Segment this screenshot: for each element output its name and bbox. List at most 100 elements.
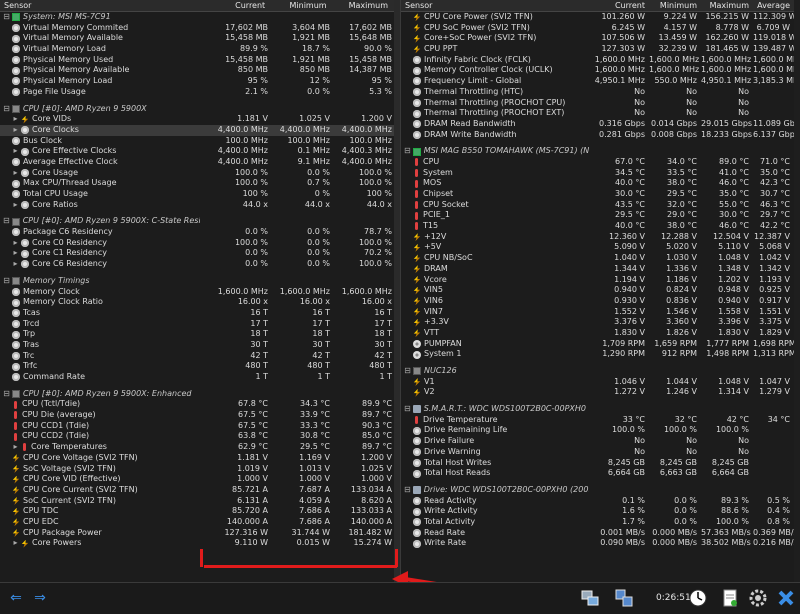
sensor-group-s-m-a-r-t-wdc-wds100t2b0c-00pxh0-20094f801[interactable]: ⊟ S.M.A.R.T.: WDC WDS100T2B0C-00PXH0 (200… [401, 404, 794, 415]
sensor-row-cpu-core-current-svi2-tfn[interactable]: CPU Core Current (SVI2 TFN) 85.721 A 7.687… [0, 485, 400, 496]
col-sensor[interactable]: Sensor [401, 0, 589, 11]
col-maximum[interactable]: Maximum [701, 0, 753, 11]
sensor-row-total-host-reads[interactable]: Total Host Reads 6,664 GB 6,663 GB 6,664 GB [401, 468, 794, 479]
sensor-row-core-usage[interactable]: ▸Core Usage100.0 %0.0 %100.0 %92.1 % [0, 168, 400, 179]
sensor-group-cpu-0-amd-ryzen-9-5900x[interactable]: ⊟ CPU [#0]: AMD Ryzen 9 5900X [0, 104, 400, 115]
sensor-row-tras[interactable]: Tras30 T30 T30 T30 T [0, 340, 400, 351]
col-current[interactable]: Current [589, 0, 649, 11]
collapse-icon[interactable]: ⊟ [404, 366, 411, 377]
sensor-row-average-effective-clock[interactable]: Average Effective Clock 4,400.0 MHz 9.1 MH… [0, 157, 400, 168]
sensor-row-cpu-core-voltage-svi2-tfn[interactable]: CPU Core Voltage (SVI2 TFN) 1.181 V 1.169 … [0, 453, 400, 464]
sensor-row-command-rate[interactable]: Command Rate1 T1 T1 T1 T [0, 372, 400, 383]
sensor-group-drive-wdc-wds100t2b0c-00pxh0-20094f801081[interactable]: ⊟ Drive: WDC WDS100T2B0C-00PXH0 (20094F80… [401, 485, 794, 496]
sensor-row-trfc[interactable]: Trfc480 T480 T480 T480 T [0, 361, 400, 372]
sensor-row-bus-clock[interactable]: Bus Clock100.0 MHz100.0 MHz100.0 MHz100.… [0, 136, 400, 147]
sensor-group-memory-timings[interactable]: ⊟ Memory Timings [0, 276, 400, 287]
sensor-row-trp[interactable]: Trp18 T18 T18 T18 T [0, 329, 400, 340]
sensor-row-mos[interactable]: MOS 40.0 °C 38.0 °C 46.0 °C 42.3 °C [401, 178, 794, 189]
sensor-row-vin6[interactable]: VIN6 0.930 V 0.836 V 0.940 V 0.917 V [401, 296, 794, 307]
sensor-row-cpu-nb-soc[interactable]: CPU NB/SoC 1.040 V 1.030 V 1.048 V 1.042 V [401, 253, 794, 264]
left-scrollbar[interactable] [394, 0, 400, 582]
sensor-row-core-c6-residency[interactable]: ▸Core C6 Residency0.0 %0.0 %100.0 %7.1 % [0, 259, 400, 270]
sensor-group-cpu-0-amd-ryzen-9-5900x-enhanced[interactable]: ⊟ CPU [#0]: AMD Ryzen 9 5900X: Enhanced [0, 389, 400, 400]
col-minimum[interactable]: Minimum [649, 0, 701, 11]
sensor-row-v1[interactable]: V1 1.046 V 1.044 V 1.048 V 1.047 V [401, 377, 794, 388]
sensor-row-total-activity[interactable]: Total Activity 1.7 % 0.0 % 100.0 % 0.8 % [401, 517, 794, 528]
sensor-row-package-c6-residency[interactable]: Package C6 Residency0.0 %0.0 %78.7 %4.7 … [0, 227, 400, 238]
sensor-row-core-ratios[interactable]: ▸Core Ratios44.0 x44.0 x44.0 x44.0 x [0, 200, 400, 211]
sensor-row-12v[interactable]: +12V 12.360 V 12.288 V 12.504 V 12.387 V [401, 232, 794, 243]
sensor-row-3-3v[interactable]: +3.3V 3.376 V 3.360 V 3.396 V 3.375 V [401, 317, 794, 328]
expand-icon[interactable]: ▸ [12, 248, 19, 259]
sensor-row-5v[interactable]: +5V 5.090 V 5.020 V 5.110 V 5.068 V [401, 242, 794, 253]
sensor-row-drive-temperature[interactable]: Drive Temperature 33 °C 32 °C 42 °C 34 °C [401, 415, 794, 426]
sensor-row-max-cpu-thread-usage[interactable]: Max CPU/Thread Usage100.0 %0.7 %100.0 %9… [0, 178, 400, 189]
sensor-row-infinity-fabric-clock-fclk[interactable]: Infinity Fabric Clock (FCLK) 1,600.0 MHz 1… [401, 55, 794, 66]
nav-left-button[interactable]: ⇐ [6, 590, 26, 606]
sensor-row-vin7[interactable]: VIN7 1.552 V 1.546 V 1.558 V 1.551 V [401, 307, 794, 318]
sensor-group-cpu-0-amd-ryzen-9-5900x-c-state-residency[interactable]: ⊟ CPU [#0]: AMD Ryzen 9 5900X: C-State Re… [0, 216, 400, 227]
sensor-row-thermal-throttling-htc[interactable]: Thermal Throttling (HTC) No No No [401, 87, 794, 98]
network-icon[interactable] [578, 586, 602, 610]
sensor-row-drive-remaining-life[interactable]: Drive Remaining Life 100.0 % 100.0 % 100.0 … [401, 425, 794, 436]
sensor-row-total-cpu-usage[interactable]: Total CPU Usage100 %0 %100 %92 % [0, 189, 400, 200]
sensor-row-physical-memory-load[interactable]: Physical Memory Load95 %12 %95 %87 % [0, 76, 400, 87]
sensor-row-core-effective-clocks[interactable]: ▸ Core Effective Clocks 4,400.0 MHz 0.1 MHz… [0, 146, 400, 157]
expand-icon[interactable]: ▸ [12, 238, 19, 249]
sensor-group-system-msi-ms-7c91[interactable]: ⊟ System: MSI MS-7C91 [0, 12, 400, 23]
collapse-icon[interactable]: ⊟ [3, 12, 10, 23]
expand-icon[interactable]: ▸ [12, 125, 19, 136]
sensor-row-physical-memory-available[interactable]: Physical Memory Available 850 MB 850 MB 14,… [0, 65, 400, 76]
sensor-row-core-vids[interactable]: ▸Core VIDs1.181 V1.025 V1.200 V1.179 V [0, 114, 400, 125]
sensor-row-core-temperatures[interactable]: ▸Core Temperatures62.9 °C29.5 °C89.7 °C6… [0, 442, 400, 453]
sensor-row-pumpfan[interactable]: PUMPFAN 1,709 RPM 1,659 RPM 1,777 RPM 1,698 … [401, 339, 794, 350]
sensor-row-vtt[interactable]: VTT 1.830 V 1.826 V 1.830 V 1.829 V [401, 328, 794, 339]
sensor-row-drive-failure[interactable]: Drive Failure No No No [401, 436, 794, 447]
sensor-row-v2[interactable]: V2 1.272 V 1.246 V 1.314 V 1.279 V [401, 387, 794, 398]
sensor-row-cpu-edc[interactable]: CPU EDC140.000 A7.686 A140.000 A129.685 … [0, 517, 400, 528]
sensor-row-core-clocks[interactable]: ▸ Core Clocks 4,400.0 MHz 4,400.0 MHz 4,400.… [0, 124, 400, 136]
transfer-icon[interactable] [612, 586, 636, 610]
sensor-row-cpu-core-vid-effective[interactable]: CPU Core VID (Effective) 1.000 V 1.000 V 1.… [0, 474, 400, 485]
expand-icon[interactable]: ▸ [12, 114, 19, 125]
sensor-row-dram-write-bandwidth[interactable]: DRAM Write Bandwidth 0.281 Gbps 0.008 Gbps… [401, 130, 794, 141]
sensor-row-frequency-limit-global[interactable]: Frequency Limit - Global 4,950.1 MHz 550.0… [401, 76, 794, 87]
collapse-icon[interactable]: ⊟ [404, 404, 411, 415]
sensor-row-cpu-soc-power-svi2-tfn[interactable]: CPU SoC Power (SVI2 TFN) 6.245 W 4.157 W 8.… [401, 23, 794, 34]
clock-icon[interactable] [686, 586, 710, 610]
sensor-row-read-activity[interactable]: Read Activity 0.1 % 0.0 % 89.3 % 0.5 % [401, 496, 794, 507]
sensor-row-vcore[interactable]: Vcore 1.194 V 1.186 V 1.202 V 1.193 V [401, 275, 794, 286]
sensor-row-virtual-memory-commited[interactable]: Virtual Memory Commited 17,602 MB 3,604 MB… [0, 23, 400, 34]
sensor-row-cpu-die-average[interactable]: CPU Die (average)67.5 °C33.9 °C89.7 °C69… [0, 410, 400, 421]
sensor-row-memory-controller-clock-uclk[interactable]: Memory Controller Clock (UCLK) 1,600.0 MH… [401, 65, 794, 76]
col-sensor[interactable]: Sensor [0, 0, 198, 11]
collapse-icon[interactable]: ⊟ [3, 216, 10, 227]
sensor-row-core-c1-residency[interactable]: ▸Core C1 Residency0.0 %0.0 %70.2 %0.6 % [0, 248, 400, 259]
sensor-row-core-c0-residency[interactable]: ▸Core C0 Residency100.0 %0.0 %100.0 %92.… [0, 238, 400, 249]
sensor-row-cpu-tdc[interactable]: CPU TDC85.720 A7.686 A133.033 A95.300 A [0, 506, 400, 517]
sensor-group-nuc126[interactable]: ⊟ NUC126 [401, 366, 794, 377]
report-icon[interactable] [718, 586, 742, 610]
settings-icon[interactable] [746, 586, 770, 610]
expand-icon[interactable]: ▸ [12, 200, 19, 211]
sensor-row-core-soc-power-svi2-tfn[interactable]: Core+SoC Power (SVI2 TFN) 107.506 W 13.459… [401, 33, 794, 44]
collapse-icon[interactable]: ⊟ [404, 146, 411, 157]
nav-right-button[interactable]: ⇒ [30, 590, 50, 606]
sensor-row-cpu-core-power-svi2-tfn[interactable]: CPU Core Power (SVI2 TFN) 101.260 W 9.224 … [401, 12, 794, 23]
sensor-row-memory-clock-ratio[interactable]: Memory Clock Ratio16.00 x16.00 x16.00 x1… [0, 297, 400, 308]
sensor-row-dram[interactable]: DRAM 1.344 V 1.336 V 1.348 V 1.342 V [401, 264, 794, 275]
collapse-icon[interactable]: ⊟ [3, 389, 10, 400]
sensor-row-thermal-throttling-prochot-ext[interactable]: Thermal Throttling (PROCHOT EXT) No No No [401, 108, 794, 119]
sensor-row-cpu-socket[interactable]: CPU Socket 43.5 °C 32.0 °C 55.0 °C 46.3 °C [401, 200, 794, 211]
sensor-row-page-file-usage[interactable]: Page File Usage2.1 %0.0 %5.3 %3.5 % [0, 87, 400, 98]
sensor-row-write-activity[interactable]: Write Activity 1.6 % 0.0 % 88.6 % 0.4 % [401, 506, 794, 517]
sensor-row-drive-warning[interactable]: Drive Warning No No No [401, 447, 794, 458]
sensor-row-trcd[interactable]: Trcd17 T17 T17 T17 T [0, 319, 400, 330]
sensor-row-tcas[interactable]: Tcas16 T16 T16 T16 T [0, 308, 400, 319]
col-current[interactable]: Current [198, 0, 269, 11]
collapse-icon[interactable]: ⊟ [404, 485, 411, 496]
sensor-row-t15[interactable]: T15 40.0 °C 38.0 °C 46.0 °C 42.2 °C [401, 221, 794, 232]
collapse-icon[interactable]: ⊟ [3, 276, 10, 287]
sensor-row-soc-voltage-svi2-tfn[interactable]: SoC Voltage (SVI2 TFN) 1.019 V 1.013 V 1.02… [0, 464, 400, 475]
expand-icon[interactable]: ▸ [12, 259, 19, 270]
